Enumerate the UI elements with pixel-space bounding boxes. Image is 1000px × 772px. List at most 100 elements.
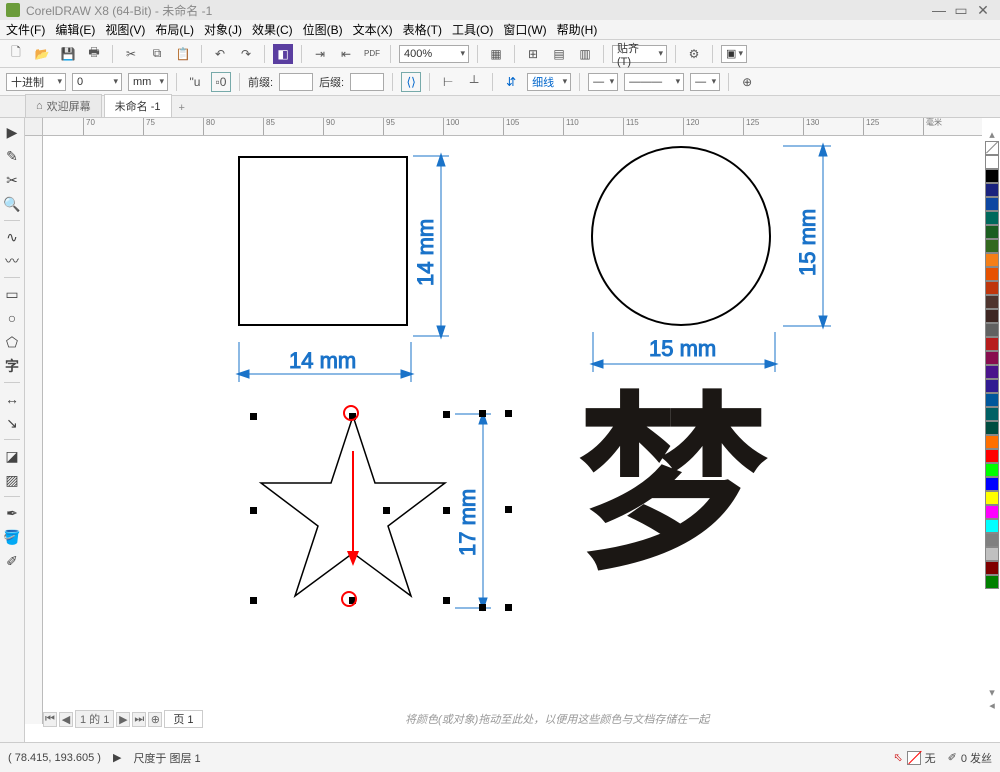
color-swatch[interactable]: [985, 561, 999, 575]
menu-effect[interactable]: 效果(C): [252, 21, 293, 38]
zoom-tool[interactable]: 🔍: [2, 194, 22, 214]
menu-tools[interactable]: 工具(O): [452, 21, 493, 38]
color-swatch[interactable]: [985, 365, 999, 379]
precision-combo[interactable]: 0: [72, 73, 122, 91]
vertical-ruler[interactable]: [25, 136, 43, 724]
page-tab-1[interactable]: 页 1: [164, 710, 202, 728]
connector-tool[interactable]: ↘: [2, 413, 22, 433]
color-swatch[interactable]: [985, 533, 999, 547]
close-button[interactable]: ✕: [972, 2, 994, 19]
undo-button[interactable]: ↶: [210, 44, 230, 64]
horizontal-ruler[interactable]: 15 70 75 80 85 90 95 100 105 110 115 120…: [43, 118, 982, 136]
launch-combo[interactable]: ▣: [721, 45, 747, 63]
color-swatch[interactable]: [985, 477, 999, 491]
color-swatch[interactable]: [985, 351, 999, 365]
dimension-style-combo[interactable]: 十进制: [6, 73, 66, 91]
show-zero-button[interactable]: ▫0: [211, 72, 231, 92]
line-start-combo[interactable]: —: [588, 73, 618, 91]
menu-help[interactable]: 帮助(H): [557, 21, 598, 38]
menu-window[interactable]: 窗口(W): [503, 21, 546, 38]
page-prev[interactable]: ◀: [59, 712, 73, 727]
shape-star-selected[interactable]: [253, 411, 453, 606]
maximize-button[interactable]: ▭: [950, 2, 972, 19]
text-tool[interactable]: 字: [2, 356, 22, 376]
dropshadow-tool[interactable]: ◪: [2, 446, 22, 466]
freehand-tool[interactable]: ∿: [2, 227, 22, 247]
prefix-input[interactable]: [279, 73, 313, 91]
snap-combo[interactable]: 贴齐(T): [612, 45, 667, 63]
color-swatch[interactable]: [985, 547, 999, 561]
rectangle-tool[interactable]: ▭: [2, 284, 22, 304]
menu-view[interactable]: 视图(V): [105, 21, 145, 38]
palette-flyout[interactable]: ◂: [984, 699, 1000, 712]
ellipse-tool[interactable]: ○: [2, 308, 22, 328]
color-swatch[interactable]: [985, 519, 999, 533]
color-swatch[interactable]: [985, 323, 999, 337]
menu-edit[interactable]: 编辑(E): [55, 21, 95, 38]
outline-width-combo[interactable]: 细线: [527, 73, 571, 91]
page-first[interactable]: ⏮: [43, 712, 57, 727]
suffix-input[interactable]: [350, 73, 384, 91]
color-swatch[interactable]: [985, 225, 999, 239]
fullscreen-button[interactable]: ▦: [486, 44, 506, 64]
polygon-tool[interactable]: ⬠: [2, 332, 22, 352]
ruler-origin[interactable]: [25, 118, 43, 136]
ext-line-button[interactable]: ⊢: [438, 72, 458, 92]
swatch-none[interactable]: [985, 141, 999, 155]
add-preset-button[interactable]: ⊕: [737, 72, 757, 92]
export-button[interactable]: ⇤: [336, 44, 356, 64]
text-pos-button[interactable]: ⇵: [501, 72, 521, 92]
palette-down[interactable]: ▾: [984, 686, 1000, 699]
artistic-media-tool[interactable]: 〰: [2, 251, 22, 271]
color-swatch[interactable]: [985, 449, 999, 463]
new-doc-button[interactable]: 🗋: [6, 44, 26, 64]
line-style-combo[interactable]: ———: [624, 73, 684, 91]
color-swatch[interactable]: [985, 267, 999, 281]
text-object-meng[interactable]: 梦: [578, 391, 768, 581]
ext-gap-button[interactable]: ┴: [464, 72, 484, 92]
menu-text[interactable]: 文本(X): [353, 21, 393, 38]
page-next[interactable]: ▶: [116, 712, 130, 727]
save-button[interactable]: 💾: [58, 44, 78, 64]
palette-up[interactable]: ▴: [984, 128, 1000, 141]
print-button[interactable]: 🖶: [84, 44, 104, 64]
options-button[interactable]: ⚙: [684, 44, 704, 64]
color-swatch[interactable]: [985, 183, 999, 197]
rulers-button[interactable]: ⊞: [523, 44, 543, 64]
color-swatch[interactable]: [985, 197, 999, 211]
page-add[interactable]: ⊕: [148, 712, 162, 727]
color-swatch[interactable]: [985, 337, 999, 351]
crop-tool[interactable]: ✂: [2, 170, 22, 190]
menu-layout[interactable]: 布局(L): [155, 21, 194, 38]
grid-button[interactable]: ▤: [549, 44, 569, 64]
import-button[interactable]: ⇥: [310, 44, 330, 64]
color-swatch[interactable]: [985, 155, 999, 169]
copy-button[interactable]: ⧉: [147, 44, 167, 64]
dynamic-dim-button[interactable]: ⟨⟩: [401, 72, 421, 92]
color-swatch[interactable]: [985, 491, 999, 505]
fill-indicator[interactable]: ⬁ 无: [893, 750, 935, 766]
line-end-combo[interactable]: —: [690, 73, 720, 91]
cut-button[interactable]: ✂: [121, 44, 141, 64]
color-swatch[interactable]: [985, 309, 999, 323]
drawing-canvas[interactable]: 14 mm 14 mm: [43, 136, 982, 710]
show-units-button[interactable]: "u: [185, 72, 205, 92]
zoom-combo[interactable]: 400%: [399, 45, 469, 63]
outline-tool[interactable]: ✐: [2, 551, 22, 571]
color-swatch[interactable]: [985, 407, 999, 421]
menu-file[interactable]: 文件(F): [6, 21, 45, 38]
menu-table[interactable]: 表格(T): [403, 21, 442, 38]
minimize-button[interactable]: —: [928, 2, 950, 18]
units-combo[interactable]: mm: [128, 73, 168, 91]
eyedropper-tool[interactable]: ✒: [2, 503, 22, 523]
tab-document[interactable]: 未命名 -1: [104, 94, 172, 117]
color-swatch[interactable]: [985, 211, 999, 225]
open-button[interactable]: 📂: [32, 44, 52, 64]
outline-indicator[interactable]: ✐0 发丝: [948, 750, 992, 766]
menu-object[interactable]: 对象(J): [204, 21, 242, 38]
color-swatch[interactable]: [985, 281, 999, 295]
pick-tool[interactable]: ▶: [2, 122, 22, 142]
color-swatch[interactable]: [985, 393, 999, 407]
menu-bitmap[interactable]: 位图(B): [303, 21, 343, 38]
transparency-tool[interactable]: ▨: [2, 470, 22, 490]
